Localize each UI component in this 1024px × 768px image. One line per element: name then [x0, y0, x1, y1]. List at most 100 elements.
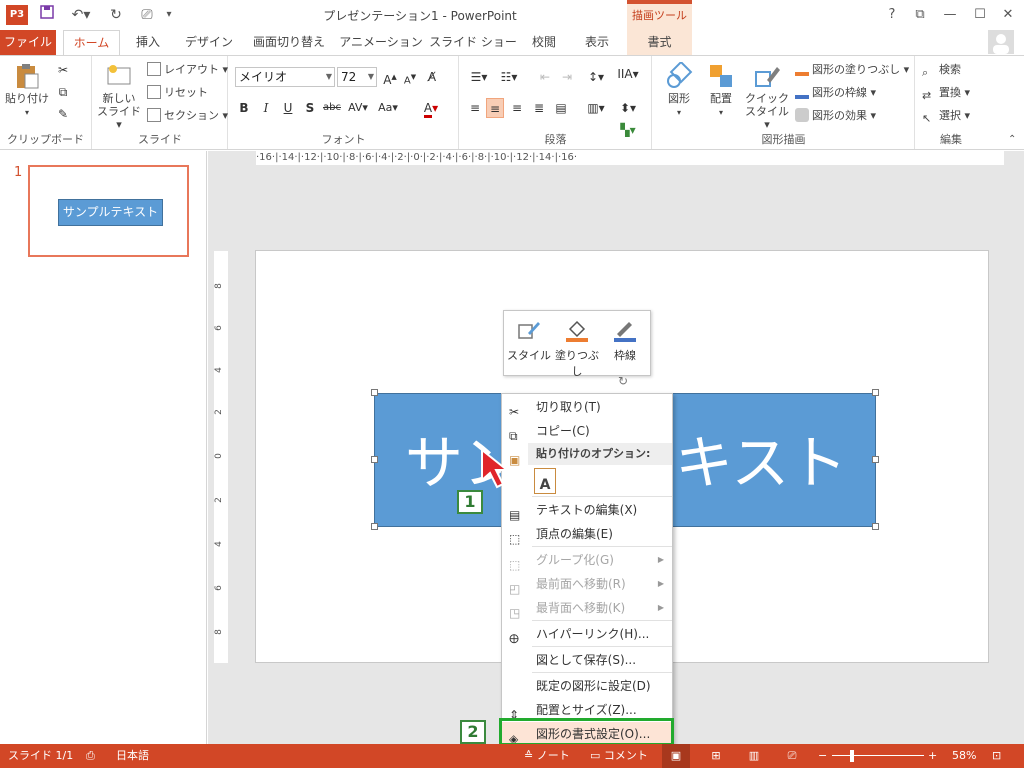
tab-file[interactable]: ファイル [0, 30, 56, 55]
slideshow-icon[interactable]: ⎚ [780, 744, 804, 768]
align-left-icon[interactable]: ≡ [466, 98, 484, 118]
align-right-icon[interactable]: ≡ [508, 98, 526, 118]
zoom-out-icon[interactable]: − [818, 744, 827, 768]
menu-hyperlink[interactable]: 🜨 ハイパーリンク(H)... [502, 622, 672, 646]
minimize-button[interactable]: — [936, 4, 964, 26]
fit-to-window-icon[interactable]: ⊡ [992, 744, 1001, 768]
distributed-icon[interactable]: ▤ [552, 98, 570, 118]
find-button[interactable]: ⌕ 検索 [922, 60, 961, 80]
tab-home[interactable]: ホーム [63, 30, 120, 55]
menu-copy[interactable]: ⧉ コピー(C) [502, 419, 672, 443]
resize-handle[interactable] [371, 523, 378, 530]
start-from-beginning-icon[interactable]: ⎚ [134, 4, 160, 26]
menu-cut[interactable]: ✂ 切り取り(T) [502, 395, 672, 419]
change-case-icon[interactable]: Aa▾ [375, 98, 401, 118]
line-spacing-icon[interactable]: ↕▾ [584, 67, 608, 87]
tab-slideshow[interactable]: スライド ショー [428, 30, 518, 55]
resize-handle[interactable] [371, 456, 378, 463]
paste-button[interactable]: 貼り付け ▾ [4, 62, 50, 119]
redo-icon[interactable]: ↻ [104, 4, 128, 26]
shape-fill-button[interactable]: 図形の塗りつぶし ▾ [795, 60, 909, 80]
tab-animations[interactable]: アニメーション [338, 30, 424, 55]
ribbon-display-options-button[interactable]: ⧉ [906, 4, 934, 26]
shapes-button[interactable]: 図形 ▾ [659, 62, 699, 119]
close-button[interactable]: ✕ [994, 4, 1022, 26]
normal-view-icon[interactable]: ▣ [662, 744, 690, 768]
menu-save-as-picture[interactable]: 図として保存(S)... [502, 648, 672, 672]
decrease-indent-icon[interactable]: ⇤ [536, 67, 554, 87]
mini-fill-button[interactable]: 塗りつぶし [554, 315, 600, 379]
align-text-icon[interactable]: ⬍▾ [616, 98, 640, 118]
strikethrough-icon[interactable]: abc [321, 98, 343, 118]
zoom-slider-track[interactable] [832, 755, 924, 756]
columns-icon[interactable]: ▥▾ [584, 98, 608, 118]
help-button[interactable]: ? [878, 4, 906, 26]
shape-outline-button[interactable]: 図形の枠線 ▾ [795, 83, 876, 103]
shape-effects-button[interactable]: 図形の効果 ▾ [795, 106, 876, 126]
align-center-icon[interactable]: ≡ [486, 98, 504, 118]
mini-outline-button[interactable]: 枠線 [602, 315, 648, 363]
italic-icon[interactable]: I [257, 98, 275, 118]
font-size-combo[interactable]: 72 ▼ [337, 67, 377, 87]
zoom-level[interactable]: 58% [952, 744, 976, 768]
replace-button[interactable]: ⇄ 置換 ▾ [922, 83, 970, 103]
notes-button[interactable]: ≙ ノート [524, 744, 570, 768]
menu-edit-points[interactable]: ⬚ 頂点の編集(E) [502, 522, 672, 546]
cut-icon[interactable]: ✂ [54, 60, 72, 80]
format-painter-icon[interactable]: ✎ [54, 104, 72, 124]
text-direction-icon[interactable]: IIA▾ [616, 64, 640, 84]
menu-edit-text[interactable]: ▤ テキストの編集(X) [502, 498, 672, 522]
numbering-icon[interactable]: ☷▾ [496, 67, 522, 87]
tab-insert[interactable]: 挿入 [124, 30, 172, 55]
spell-check-icon[interactable]: ⎙ [86, 744, 95, 768]
maximize-button[interactable]: ☐ [966, 4, 994, 26]
tab-review[interactable]: 校閲 [522, 30, 566, 55]
grow-font-icon[interactable]: A▲ [381, 67, 399, 87]
font-color-icon[interactable]: A▾ [419, 98, 443, 118]
slide-sorter-icon[interactable]: ⊞ [704, 744, 728, 768]
quick-styles-button[interactable]: クイック スタイル ▾ [743, 62, 791, 131]
reset-button[interactable]: リセット [147, 83, 208, 103]
rotate-handle-icon[interactable]: ↻ [616, 374, 630, 388]
text-shadow-icon[interactable]: S [301, 98, 319, 118]
comments-button[interactable]: ▭ コメント [590, 744, 648, 768]
zoom-in-icon[interactable]: + [928, 744, 937, 768]
justify-icon[interactable]: ≣ [530, 98, 548, 118]
resize-handle[interactable] [371, 389, 378, 396]
paste-keep-text-only-icon[interactable]: A [534, 468, 556, 494]
bold-icon[interactable]: B [235, 98, 253, 118]
arrange-button[interactable]: 配置 ▾ [701, 62, 741, 119]
tab-format[interactable]: 書式 [627, 30, 692, 55]
resize-handle[interactable] [872, 523, 879, 530]
tab-transitions[interactable]: 画面切り替え [246, 30, 332, 55]
mini-style-button[interactable]: スタイル [506, 315, 552, 363]
clear-formatting-icon[interactable]: A̸ [423, 67, 441, 87]
resize-handle[interactable] [872, 456, 879, 463]
bullets-icon[interactable]: ☰▾ [466, 67, 492, 87]
undo-icon[interactable]: ↶▾ [64, 4, 98, 26]
layout-button[interactable]: レイアウト ▾ [147, 60, 228, 80]
new-slide-button[interactable]: 新しい スライド ▾ [97, 62, 141, 131]
reading-view-icon[interactable]: ▥ [742, 744, 766, 768]
copy-icon[interactable]: ⧉ [54, 82, 72, 102]
underline-icon[interactable]: U [279, 98, 297, 118]
collapse-ribbon-icon[interactable]: ⌃ [1008, 134, 1016, 145]
language-indicator[interactable]: 日本語 [116, 744, 149, 768]
tab-view[interactable]: 表示 [574, 30, 620, 55]
new-slide-label-1: 新しい [102, 92, 136, 105]
save-icon[interactable] [36, 4, 58, 26]
shrink-font-icon[interactable]: A▼ [401, 67, 419, 87]
character-spacing-icon[interactable]: AV▾ [345, 98, 371, 118]
section-label: セクション [164, 109, 219, 122]
menu-set-default-shape[interactable]: 既定の図形に設定(D) [502, 674, 672, 698]
increase-indent-icon[interactable]: ⇥ [558, 67, 576, 87]
tab-design[interactable]: デザイン [178, 30, 240, 55]
zoom-slider-thumb[interactable] [850, 750, 854, 762]
customize-qat-icon[interactable]: ▾ [162, 4, 176, 26]
section-button[interactable]: セクション ▾ [147, 106, 228, 126]
font-name-combo[interactable]: メイリオ ▼ [235, 67, 335, 87]
slide-thumbnail-1[interactable]: サンプルテキスト [28, 165, 189, 257]
select-button[interactable]: ↖ 選択 ▾ [922, 106, 970, 126]
user-avatar[interactable] [988, 30, 1014, 54]
resize-handle[interactable] [872, 389, 879, 396]
